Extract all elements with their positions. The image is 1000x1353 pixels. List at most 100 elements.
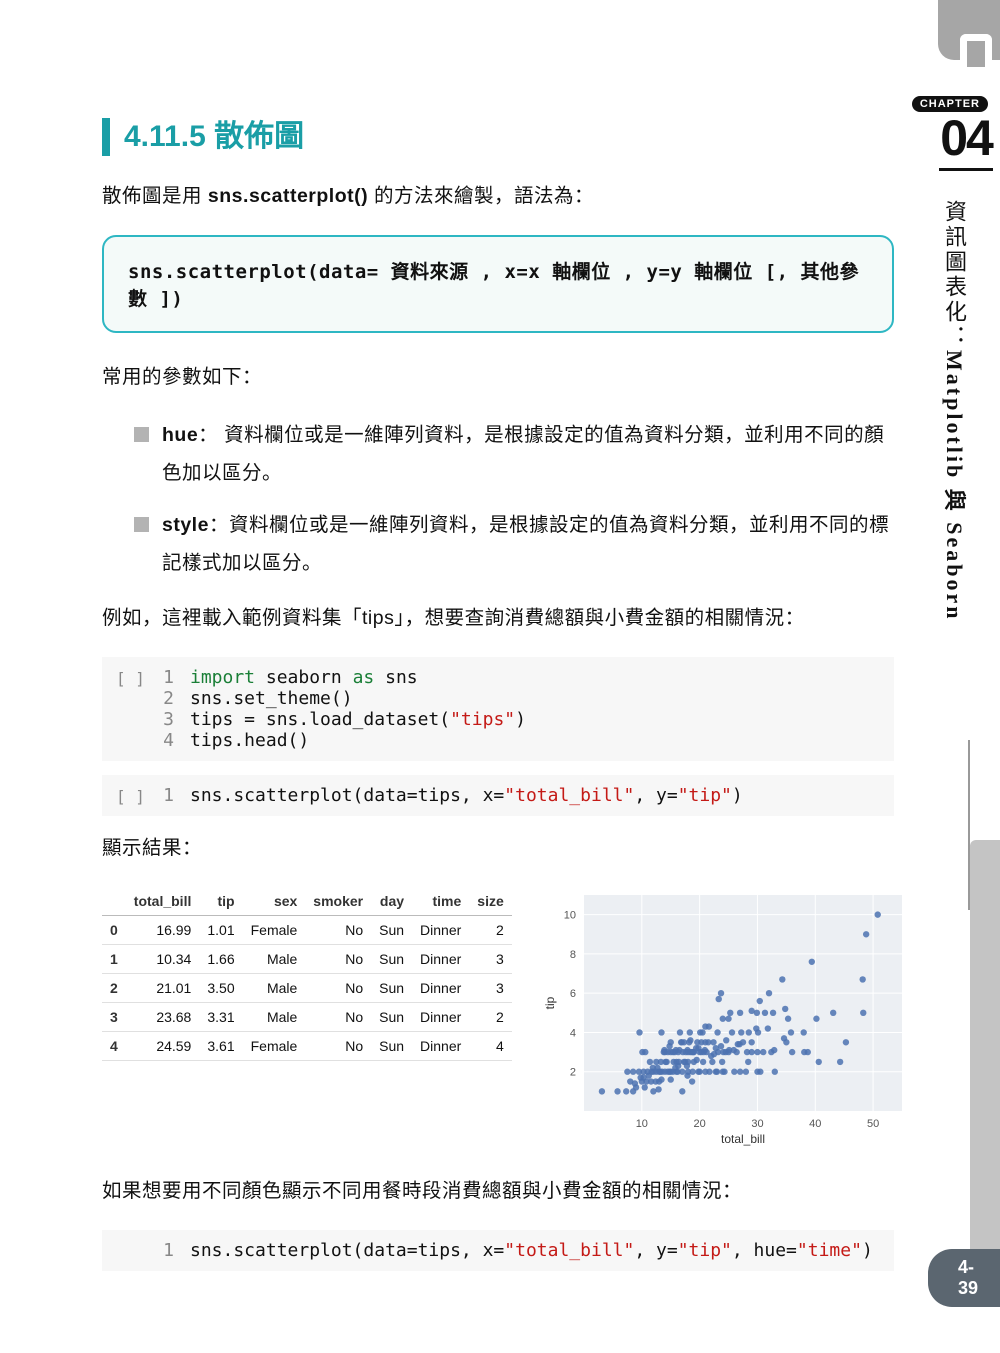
table-cell: Female (243, 1031, 306, 1060)
chapter-number: 04 (939, 108, 993, 171)
chapter-title-cn: 資訊圖表化： (942, 200, 967, 350)
table-cell: 1.01 (199, 915, 242, 944)
syntax-text: sns.scatterplot(data= 資料來源 , x=x 軸欄位 , y… (128, 261, 859, 310)
result-label: 顯示結果： (102, 830, 894, 867)
table-cell: 21.01 (126, 973, 200, 1002)
svg-text:total_bill: total_bill (721, 1132, 765, 1146)
table-cell: Male (243, 973, 306, 1002)
table-cell: Sun (371, 1031, 412, 1060)
table-cell: 3.31 (199, 1002, 242, 1031)
line-number: 1 (156, 667, 190, 688)
intro-text: 散佈圖是用 sns.scatterplot() 的方法來繪製，語法為： (102, 178, 894, 215)
table-header: sex (243, 887, 306, 916)
code-block-2: [ ] 1sns.scatterplot(data=tips, x="total… (102, 775, 894, 816)
table-cell: 4 (102, 1031, 126, 1060)
table-row: 110.341.66MaleNoSunDinner3 (102, 944, 512, 973)
page-number: 4-39 (928, 1249, 1000, 1307)
scatter-plot: 1020304050246810total_billtip (542, 887, 912, 1147)
line-number: 3 (156, 709, 190, 730)
param-name: style (162, 514, 209, 536)
cell-marker: [ ] (116, 667, 156, 751)
table-header: total_bill (126, 887, 200, 916)
example-intro: 例如，這裡載入範例資料集「tips」，想要查詢消費總額與小費金額的相關情況： (102, 600, 894, 637)
table-row: 016.991.01FemaleNoSunDinner2 (102, 915, 512, 944)
intro-method: sns.scatterplot() (208, 185, 368, 207)
table-cell: Dinner (412, 1031, 469, 1060)
code-source: sns.set_theme() (190, 688, 353, 709)
table-cell: 3 (102, 1002, 126, 1031)
table-cell: Sun (371, 1002, 412, 1031)
cell-marker: [ ] (116, 785, 156, 806)
code-source: import seaborn as sns (190, 667, 418, 688)
svg-text:10: 10 (564, 909, 576, 921)
table-cell: Female (243, 915, 306, 944)
code-block-3: [ ] 1sns.scatterplot(data=tips, x="total… (102, 1230, 894, 1271)
table-cell: Male (243, 1002, 306, 1031)
table-cell: 3 (469, 944, 511, 973)
table-cell: Sun (371, 944, 412, 973)
table-cell: Dinner (412, 944, 469, 973)
code-source: tips.head() (190, 730, 309, 751)
table-cell: 3 (469, 973, 511, 1002)
table-row: 221.013.50MaleNoSunDinner3 (102, 973, 512, 1002)
table-header: day (371, 887, 412, 916)
intro-post: 的方法來繪製，語法為： (368, 185, 594, 207)
params-intro: 常用的參數如下： (102, 359, 894, 396)
code-line: 1import seaborn as sns (156, 667, 880, 688)
param-hue: hue： 資料欄位或是一維陣列資料，是根據設定的值為資料分類，並利用不同的顏色加… (134, 416, 894, 492)
table-cell: No (305, 915, 371, 944)
section-heading: 4.11.5 散佈圖 (102, 118, 894, 156)
table-cell: Dinner (412, 915, 469, 944)
chapter-title-en: Matplotlib 與 Seaborn (942, 350, 967, 621)
hue-intro: 如果想要用不同顏色顯示不同用餐時段消費總額與小費金額的相關情況： (102, 1173, 894, 1210)
code-block-1: [ ] 1import seaborn as sns2sns.set_theme… (102, 657, 894, 761)
code-line: 2sns.set_theme() (156, 688, 880, 709)
table-cell: 1.66 (199, 944, 242, 973)
table-row: 323.683.31MaleNoSunDinner2 (102, 1002, 512, 1031)
svg-text:6: 6 (570, 988, 576, 1000)
chapter-title: 資訊圖表化：Matplotlib 與 Seaborn (938, 200, 979, 720)
param-desc: ：資料欄位或是一維陣列資料，是根據設定的值為資料分類，並利用不同的標記樣式加以區… (162, 514, 889, 574)
heading-title: 散佈圖 (206, 120, 304, 153)
table-header (102, 887, 126, 916)
line-number: 4 (156, 730, 190, 751)
param-name: hue (162, 424, 198, 446)
heading-number: 4.11.5 (124, 120, 206, 153)
code-source: sns.scatterplot(data=tips, x="total_bill… (190, 1240, 873, 1261)
param-style: style：資料欄位或是一維陣列資料，是根據設定的值為資料分類，並利用不同的標記… (134, 506, 894, 582)
line-number: 2 (156, 688, 190, 709)
code-line: 1sns.scatterplot(data=tips, x="total_bil… (156, 1240, 880, 1261)
table-cell: 2 (469, 1002, 511, 1031)
table-header: size (469, 887, 511, 916)
table-cell: Dinner (412, 1002, 469, 1031)
svg-text:tip: tip (543, 996, 557, 1009)
data-table-wrap: total_billtipsexsmokerdaytimesize016.991… (102, 887, 512, 1061)
table-header: tip (199, 887, 242, 916)
table-cell: Sun (371, 973, 412, 1002)
table-cell: 2 (102, 973, 126, 1002)
table-cell: No (305, 944, 371, 973)
intro-pre: 散佈圖是用 (102, 185, 208, 207)
code-line: 1sns.scatterplot(data=tips, x="total_bil… (156, 785, 880, 806)
line-number: 1 (156, 1240, 190, 1261)
chapter-sidebar: CHAPTER 04 資訊圖表化：Matplotlib 與 Seaborn 4-… (938, 0, 1000, 1353)
table-cell: 4 (469, 1031, 511, 1060)
results-row: total_billtipsexsmokerdaytimesize016.991… (102, 887, 894, 1147)
table-cell: 3.61 (199, 1031, 242, 1060)
scatter-chart-wrap: 1020304050246810total_billtip (542, 887, 912, 1147)
table-header: time (412, 887, 469, 916)
table-cell: 10.34 (126, 944, 200, 973)
table-cell: 16.99 (126, 915, 200, 944)
table-cell: 23.68 (126, 1002, 200, 1031)
svg-text:30: 30 (751, 1118, 763, 1130)
svg-text:40: 40 (809, 1118, 821, 1130)
svg-text:10: 10 (635, 1118, 647, 1130)
svg-text:50: 50 (867, 1118, 879, 1130)
data-table: total_billtipsexsmokerdaytimesize016.991… (102, 887, 512, 1061)
table-cell: No (305, 973, 371, 1002)
table-cell: 3.50 (199, 973, 242, 1002)
line-number: 1 (156, 785, 190, 806)
code-source: sns.scatterplot(data=tips, x="total_bill… (190, 785, 743, 806)
table-header: smoker (305, 887, 371, 916)
svg-text:8: 8 (570, 949, 576, 961)
